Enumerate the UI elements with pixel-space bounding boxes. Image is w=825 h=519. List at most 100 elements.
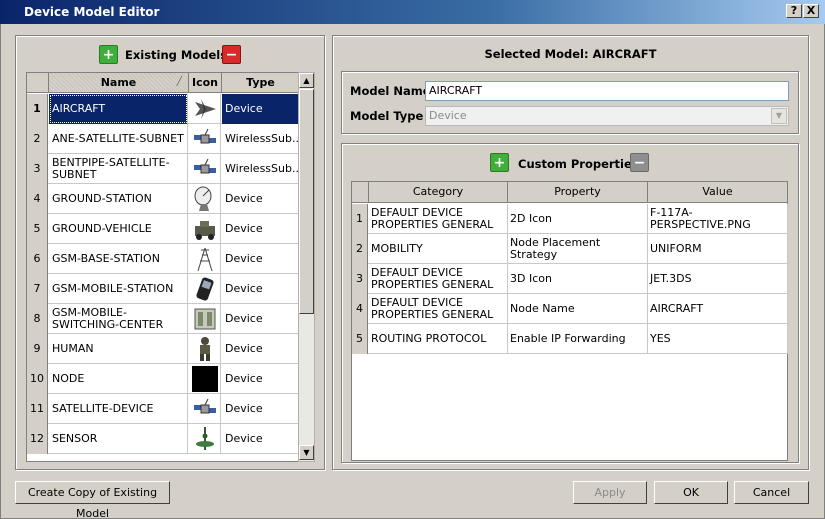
model-name-cell[interactable]: ANE-SATELLITE-SUBNET [49,124,188,154]
model-name-cell[interactable]: GSM-MOBILE-SWITCHING-CENTER [49,304,188,334]
property-cell[interactable]: Node Name [508,294,648,324]
column-header-name[interactable]: Name ╱ [49,73,189,93]
model-name-cell[interactable]: GROUND-VEHICLE [49,214,188,244]
model-name-cell[interactable]: NODE [49,364,188,394]
phone-icon [192,276,218,302]
value-cell[interactable]: JET.3DS [648,264,788,294]
table-row[interactable]: 5 GROUND-VEHICLE Device [27,214,298,244]
property-cell[interactable]: 2D Icon [508,204,648,234]
table-row[interactable]: 4 DEFAULT DEVICE PROPERTIES GENERAL Node N… [352,294,788,324]
vehicle-icon [192,216,218,242]
apply-button[interactable]: Apply [573,481,647,504]
model-type-cell[interactable]: Device [222,274,298,304]
row-number: 1 [27,94,48,124]
table-row[interactable]: 12 SENSOR Device [27,424,298,454]
table-row[interactable]: 6 GSM-BASE-STATION Device [27,244,298,274]
table-corner [352,182,369,203]
model-name-cell[interactable]: HUMAN [49,334,188,364]
model-icon-cell [189,244,221,274]
property-cell[interactable]: Enable IP Forwarding [508,324,648,354]
close-button[interactable]: X [803,4,819,18]
column-header-value[interactable]: Value [648,182,788,203]
add-model-icon[interactable]: + [99,45,118,64]
table-row[interactable]: 7 GSM-MOBILE-STATION Device [27,274,298,304]
table-row[interactable]: 3 DEFAULT DEVICE PROPERTIES GENERAL 3D Ico… [352,264,788,294]
table-row[interactable]: 8 GSM-MOBILE-SWITCHING-CENTER Device [27,304,298,334]
model-icon-cell [189,154,221,184]
column-header-type[interactable]: Type [222,73,298,93]
row-number: 4 [352,294,368,324]
table-row[interactable]: 1 DEFAULT DEVICE PROPERTIES GENERAL 2D Ico… [352,204,788,234]
remove-model-icon[interactable]: − [222,45,241,64]
table-row[interactable]: 9 HUMAN Device [27,334,298,364]
value-cell[interactable]: AIRCRAFT [648,294,788,324]
model-name-cell[interactable]: AIRCRAFT [49,94,188,124]
table-row[interactable]: 2 ANE-SATELLITE-SUBNET WirelessSub... [27,124,298,154]
model-name-cell[interactable]: GSM-MOBILE-STATION [49,274,188,304]
switch-icon [192,306,218,332]
column-header-property[interactable]: Property [508,182,648,203]
model-name-cell[interactable]: GROUND-STATION [49,184,188,214]
scroll-up-icon[interactable]: ▲ [299,73,314,88]
property-cell[interactable]: 3D Icon [508,264,648,294]
value-cell[interactable]: F-117A-PERSPECTIVE.PNG [648,204,788,234]
model-type-cell[interactable]: Device [222,424,298,454]
model-type-cell[interactable]: Device [222,244,298,274]
model-type-select[interactable]: Device ▼ [425,106,789,126]
model-name-cell[interactable]: BENTPIPE-SATELLITE-SUBNET [49,154,188,184]
table-row[interactable]: 3 BENTPIPE-SATELLITE-SUBNET WirelessSub... [27,154,298,184]
column-header-category[interactable]: Category [369,182,508,203]
model-icon-cell [189,274,221,304]
category-cell[interactable]: DEFAULT DEVICE PROPERTIES GENERAL [369,204,508,234]
model-type-cell[interactable]: Device [222,394,298,424]
model-type-cell[interactable]: WirelessSub... [222,154,298,184]
model-type-label: Model Type [350,109,424,123]
scroll-thumb[interactable] [299,89,314,314]
model-type-cell[interactable]: Device [222,304,298,334]
column-header-icon[interactable]: Icon [189,73,222,93]
models-scrollbar[interactable]: ▲ ▼ [298,72,315,462]
remove-property-icon[interactable]: − [630,153,649,172]
category-cell[interactable]: DEFAULT DEVICE PROPERTIES GENERAL [369,264,508,294]
value-cell[interactable]: UNIFORM [648,234,788,264]
title-bar: Device Model Editor [0,0,825,24]
chevron-down-icon[interactable]: ▼ [771,108,787,124]
model-type-cell[interactable]: Device [222,214,298,244]
table-row[interactable]: 10 NODE Device [27,364,298,394]
row-number: 9 [27,334,48,364]
create-copy-button[interactable]: Create Copy of Existing Model [15,481,170,519]
properties-table: Category Property Value 1 DEFAULT DEVICE … [351,181,788,461]
model-type-cell[interactable]: Device [222,364,298,394]
table-row[interactable]: 4 GROUND-STATION Device [27,184,298,214]
model-name-cell[interactable]: SENSOR [49,424,188,454]
ok-button[interactable]: OK [654,481,728,504]
value-cell[interactable]: YES [648,324,788,354]
existing-models-title: Existing Models [125,48,228,62]
sensor-icon [192,426,218,452]
category-cell[interactable]: MOBILITY [369,234,508,264]
table-row[interactable]: 2 MOBILITY Node Placement Strategy UNIFORM [352,234,788,264]
cancel-button[interactable]: Cancel [734,481,809,504]
model-name-cell[interactable]: GSM-BASE-STATION [49,244,188,274]
property-cell[interactable]: Node Placement Strategy [508,234,648,264]
row-number: 12 [27,424,48,454]
table-row[interactable]: 1 AIRCRAFT Device [27,94,298,124]
table-row[interactable]: 5 ROUTING PROTOCOL Enable IP Forwarding YES [352,324,788,354]
tower-icon [192,246,218,272]
model-type-cell[interactable]: Device [222,94,298,124]
model-icon-cell [189,304,221,334]
model-type-cell[interactable]: Device [222,334,298,364]
add-property-icon[interactable]: + [490,153,509,172]
model-icon-cell [189,424,221,454]
model-type-cell[interactable]: Device [222,184,298,214]
model-type-cell[interactable]: WirelessSub... [222,124,298,154]
help-button[interactable]: ? [786,4,802,18]
scroll-down-icon[interactable]: ▼ [299,445,314,460]
row-number: 3 [27,154,48,184]
category-cell[interactable]: DEFAULT DEVICE PROPERTIES GENERAL [369,294,508,324]
category-cell[interactable]: ROUTING PROTOCOL [369,324,508,354]
model-name-input[interactable]: AIRCRAFT [425,81,789,101]
table-row[interactable]: 11 SATELLITE-DEVICE Device [27,394,298,424]
jet-icon [192,96,218,122]
model-name-cell[interactable]: SATELLITE-DEVICE [49,394,188,424]
